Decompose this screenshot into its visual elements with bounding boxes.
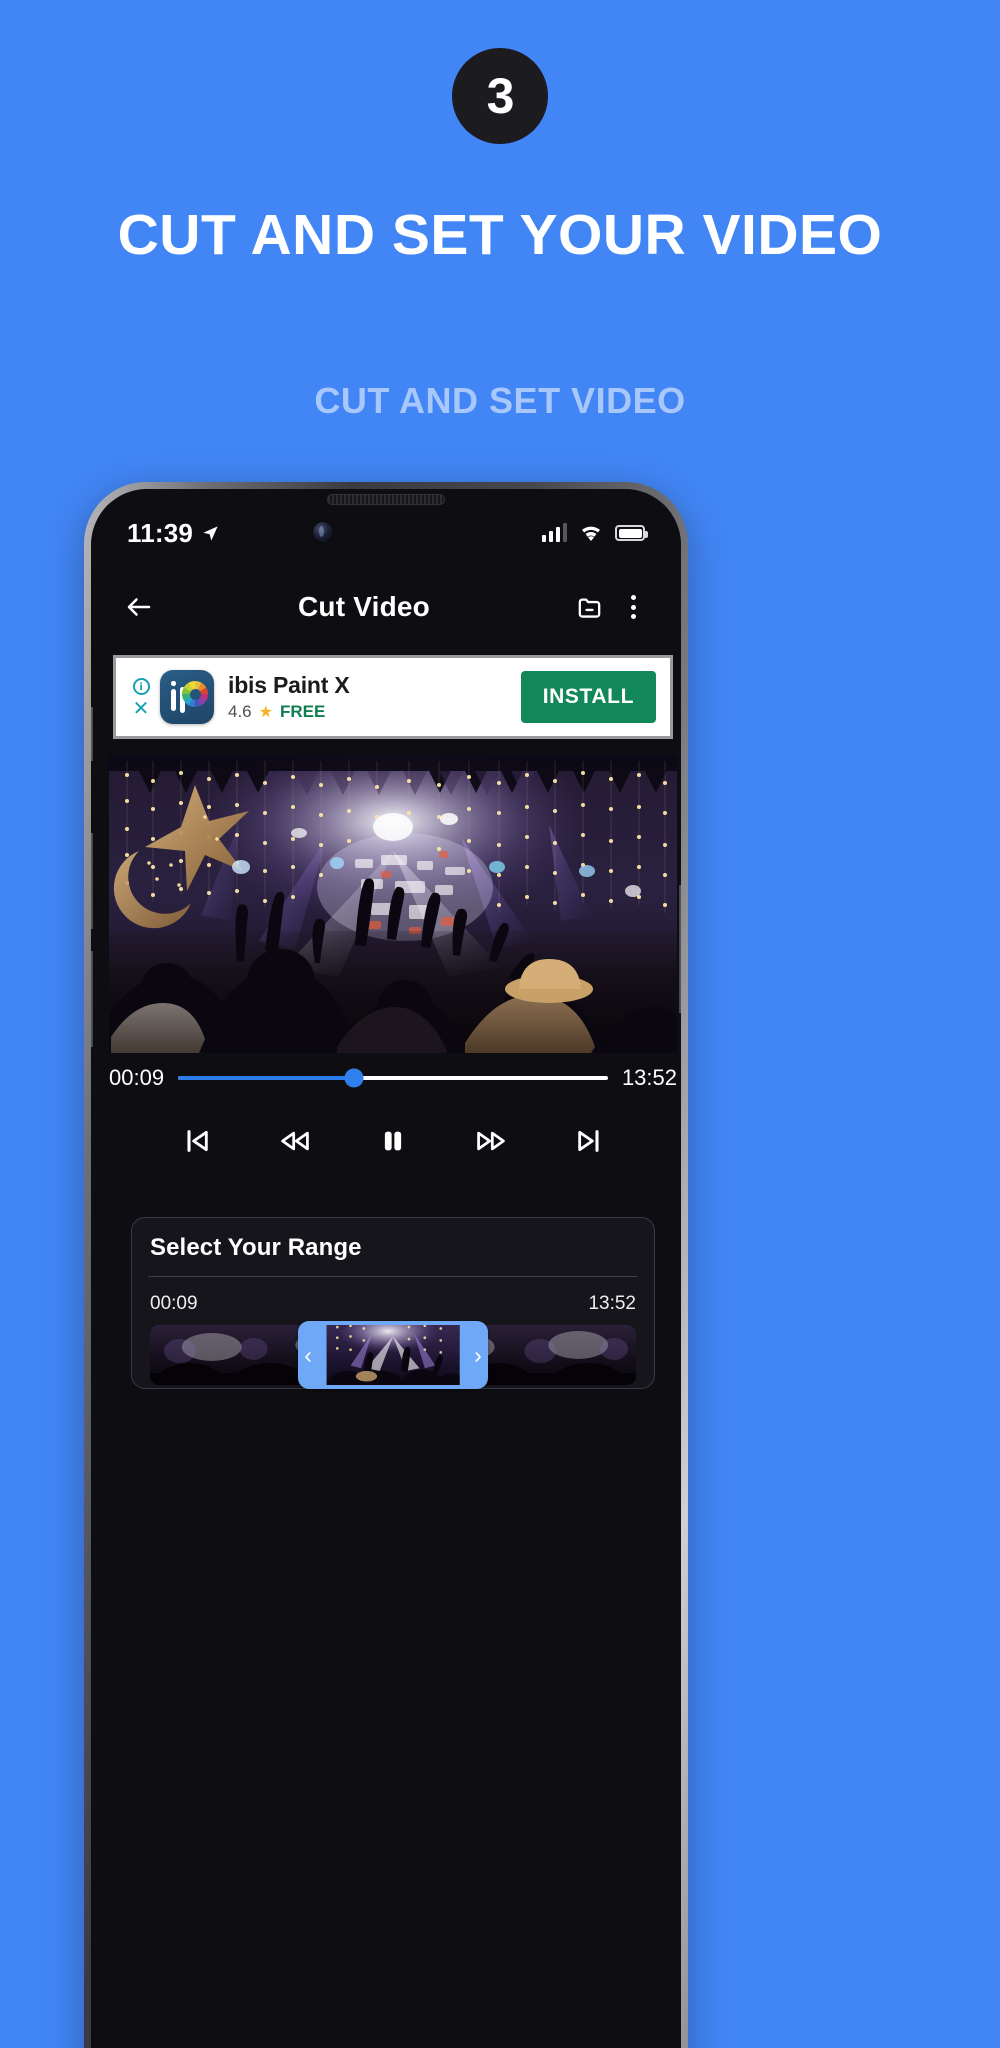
status-icons	[541, 523, 648, 542]
range-time-labels: 00:09 13:52	[150, 1293, 636, 1315]
chevron-right-icon[interactable]: ›	[474, 1343, 482, 1367]
page-title: CUT AND SET YOUR VIDEO	[117, 203, 883, 267]
folder-button[interactable]	[567, 585, 611, 629]
install-button[interactable]: INSTALL	[520, 671, 656, 723]
selection-thumbnail	[326, 1325, 460, 1385]
wifi-icon	[582, 526, 600, 541]
seek-thumb[interactable]	[344, 1068, 364, 1088]
playback-controls	[109, 1119, 677, 1163]
phone-mockup: 11:39 Cut Video i ✕ ibis Paint X 4.6 ★ F…	[84, 482, 688, 2048]
front-camera	[313, 522, 333, 542]
close-x-icon[interactable]: ✕	[133, 699, 150, 719]
fast-forward-button[interactable]	[469, 1119, 513, 1163]
seek-progress-fill	[178, 1076, 355, 1080]
range-end-time: 13:52	[588, 1293, 636, 1314]
power-button[interactable]	[679, 885, 681, 1013]
skip-next-button[interactable]	[567, 1119, 611, 1163]
ad-text-block: ibis Paint X 4.6 ★ FREE	[214, 672, 521, 722]
rewind-icon	[281, 1131, 309, 1151]
silent-switch[interactable]	[91, 707, 93, 761]
ad-meta: 4.6 ★ FREE	[228, 702, 521, 722]
volume-down-button[interactable]	[91, 951, 93, 1047]
cellular-signal-icon	[541, 523, 567, 542]
folder-minus-icon	[578, 597, 600, 618]
rewind-button[interactable]	[273, 1119, 317, 1163]
video-preview[interactable]	[109, 755, 677, 1053]
total-time-label: 13:52	[621, 1065, 677, 1090]
skip-previous-button[interactable]	[175, 1119, 219, 1163]
ad-price: FREE	[279, 702, 326, 721]
step-number-badge: 3	[452, 48, 548, 144]
more-vertical-icon	[630, 595, 636, 619]
ad-rating: 4.6	[228, 702, 252, 721]
app-toolbar: Cut Video	[91, 571, 681, 643]
ibis-paint-x-app-icon	[160, 670, 214, 724]
skip-next-icon	[578, 1130, 599, 1152]
trim-selection[interactable]: ‹ ›	[298, 1321, 488, 1389]
volume-up-button[interactable]	[91, 833, 93, 929]
ad-app-name: ibis Paint X	[228, 672, 350, 698]
phone-screen: 11:39 Cut Video i ✕ ibis Paint X 4.6 ★ F…	[91, 489, 681, 2048]
select-range-panel: Select Your Range 00:09 13:52 ‹ ›	[131, 1217, 655, 1389]
overflow-menu-button[interactable]	[611, 585, 655, 629]
skip-previous-icon	[187, 1130, 208, 1152]
video-frame-concert-crowd	[109, 755, 677, 1053]
step-number-text: 3	[486, 68, 515, 124]
chevron-left-icon[interactable]: ‹	[304, 1343, 312, 1367]
back-button[interactable]	[117, 585, 161, 629]
arrow-left-icon	[127, 598, 151, 616]
ad-badges: i ✕	[124, 678, 158, 719]
ad-banner[interactable]: i ✕ ibis Paint X 4.6 ★ FREE INSTALL	[113, 655, 673, 739]
status-time-group: 11:39	[127, 518, 220, 549]
phone-body: 11:39 Cut Video i ✕ ibis Paint X 4.6 ★ F…	[91, 489, 681, 2048]
battery-full-icon	[615, 525, 648, 541]
info-circle-icon[interactable]: i	[132, 678, 150, 695]
range-start-time: 00:09	[150, 1293, 198, 1314]
fast-forward-icon	[477, 1131, 505, 1151]
timeline-filmstrip[interactable]: ‹ ›	[150, 1321, 636, 1389]
page-heading: Cut Video	[298, 591, 430, 622]
earpiece-speaker	[327, 494, 445, 505]
selection-frame-preview	[326, 1325, 460, 1385]
status-time: 11:39	[127, 517, 194, 548]
divider	[148, 1276, 638, 1277]
status-bar: 11:39	[91, 511, 681, 555]
current-time-label: 00:09	[109, 1065, 165, 1090]
range-panel-title: Select Your Range	[150, 1234, 362, 1261]
pause-icon	[384, 1131, 402, 1151]
pause-button[interactable]	[371, 1119, 415, 1163]
promo-screenshot: 3 CUT AND SET YOUR VIDEO CUT AND SET VID…	[0, 0, 1000, 2048]
seek-slider[interactable]	[178, 1068, 608, 1088]
page-subtitle: CUT AND SET VIDEO	[314, 380, 686, 421]
star-icon: ★	[258, 704, 273, 721]
seek-bar-row: 00:09 13:52	[109, 1065, 677, 1091]
location-arrow-icon	[203, 525, 218, 541]
